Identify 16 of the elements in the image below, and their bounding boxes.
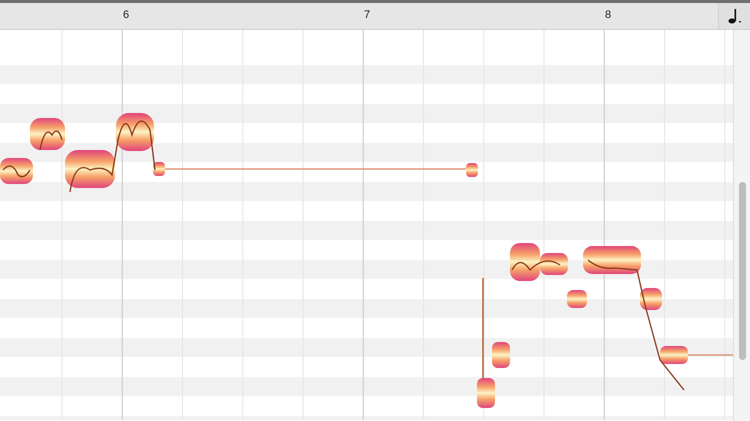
note-blob[interactable] — [567, 290, 587, 308]
note-blob[interactable] — [466, 163, 478, 177]
scrollbar-thumb[interactable] — [738, 182, 746, 360]
quarter-note-icon — [728, 8, 742, 24]
bar-number: 8 — [605, 9, 612, 21]
note-blob[interactable] — [477, 378, 495, 408]
note-blob[interactable] — [510, 243, 540, 281]
note-blob[interactable] — [583, 246, 641, 274]
note-blob[interactable] — [660, 346, 688, 364]
note-blob[interactable] — [540, 253, 568, 275]
note-blob[interactable] — [640, 288, 662, 310]
bar-number: 6 — [123, 9, 130, 21]
note-blob[interactable] — [153, 162, 165, 176]
bar-number: 7 — [364, 9, 370, 21]
note-value-button[interactable] — [718, 3, 750, 29]
note-blob[interactable] — [492, 342, 510, 368]
